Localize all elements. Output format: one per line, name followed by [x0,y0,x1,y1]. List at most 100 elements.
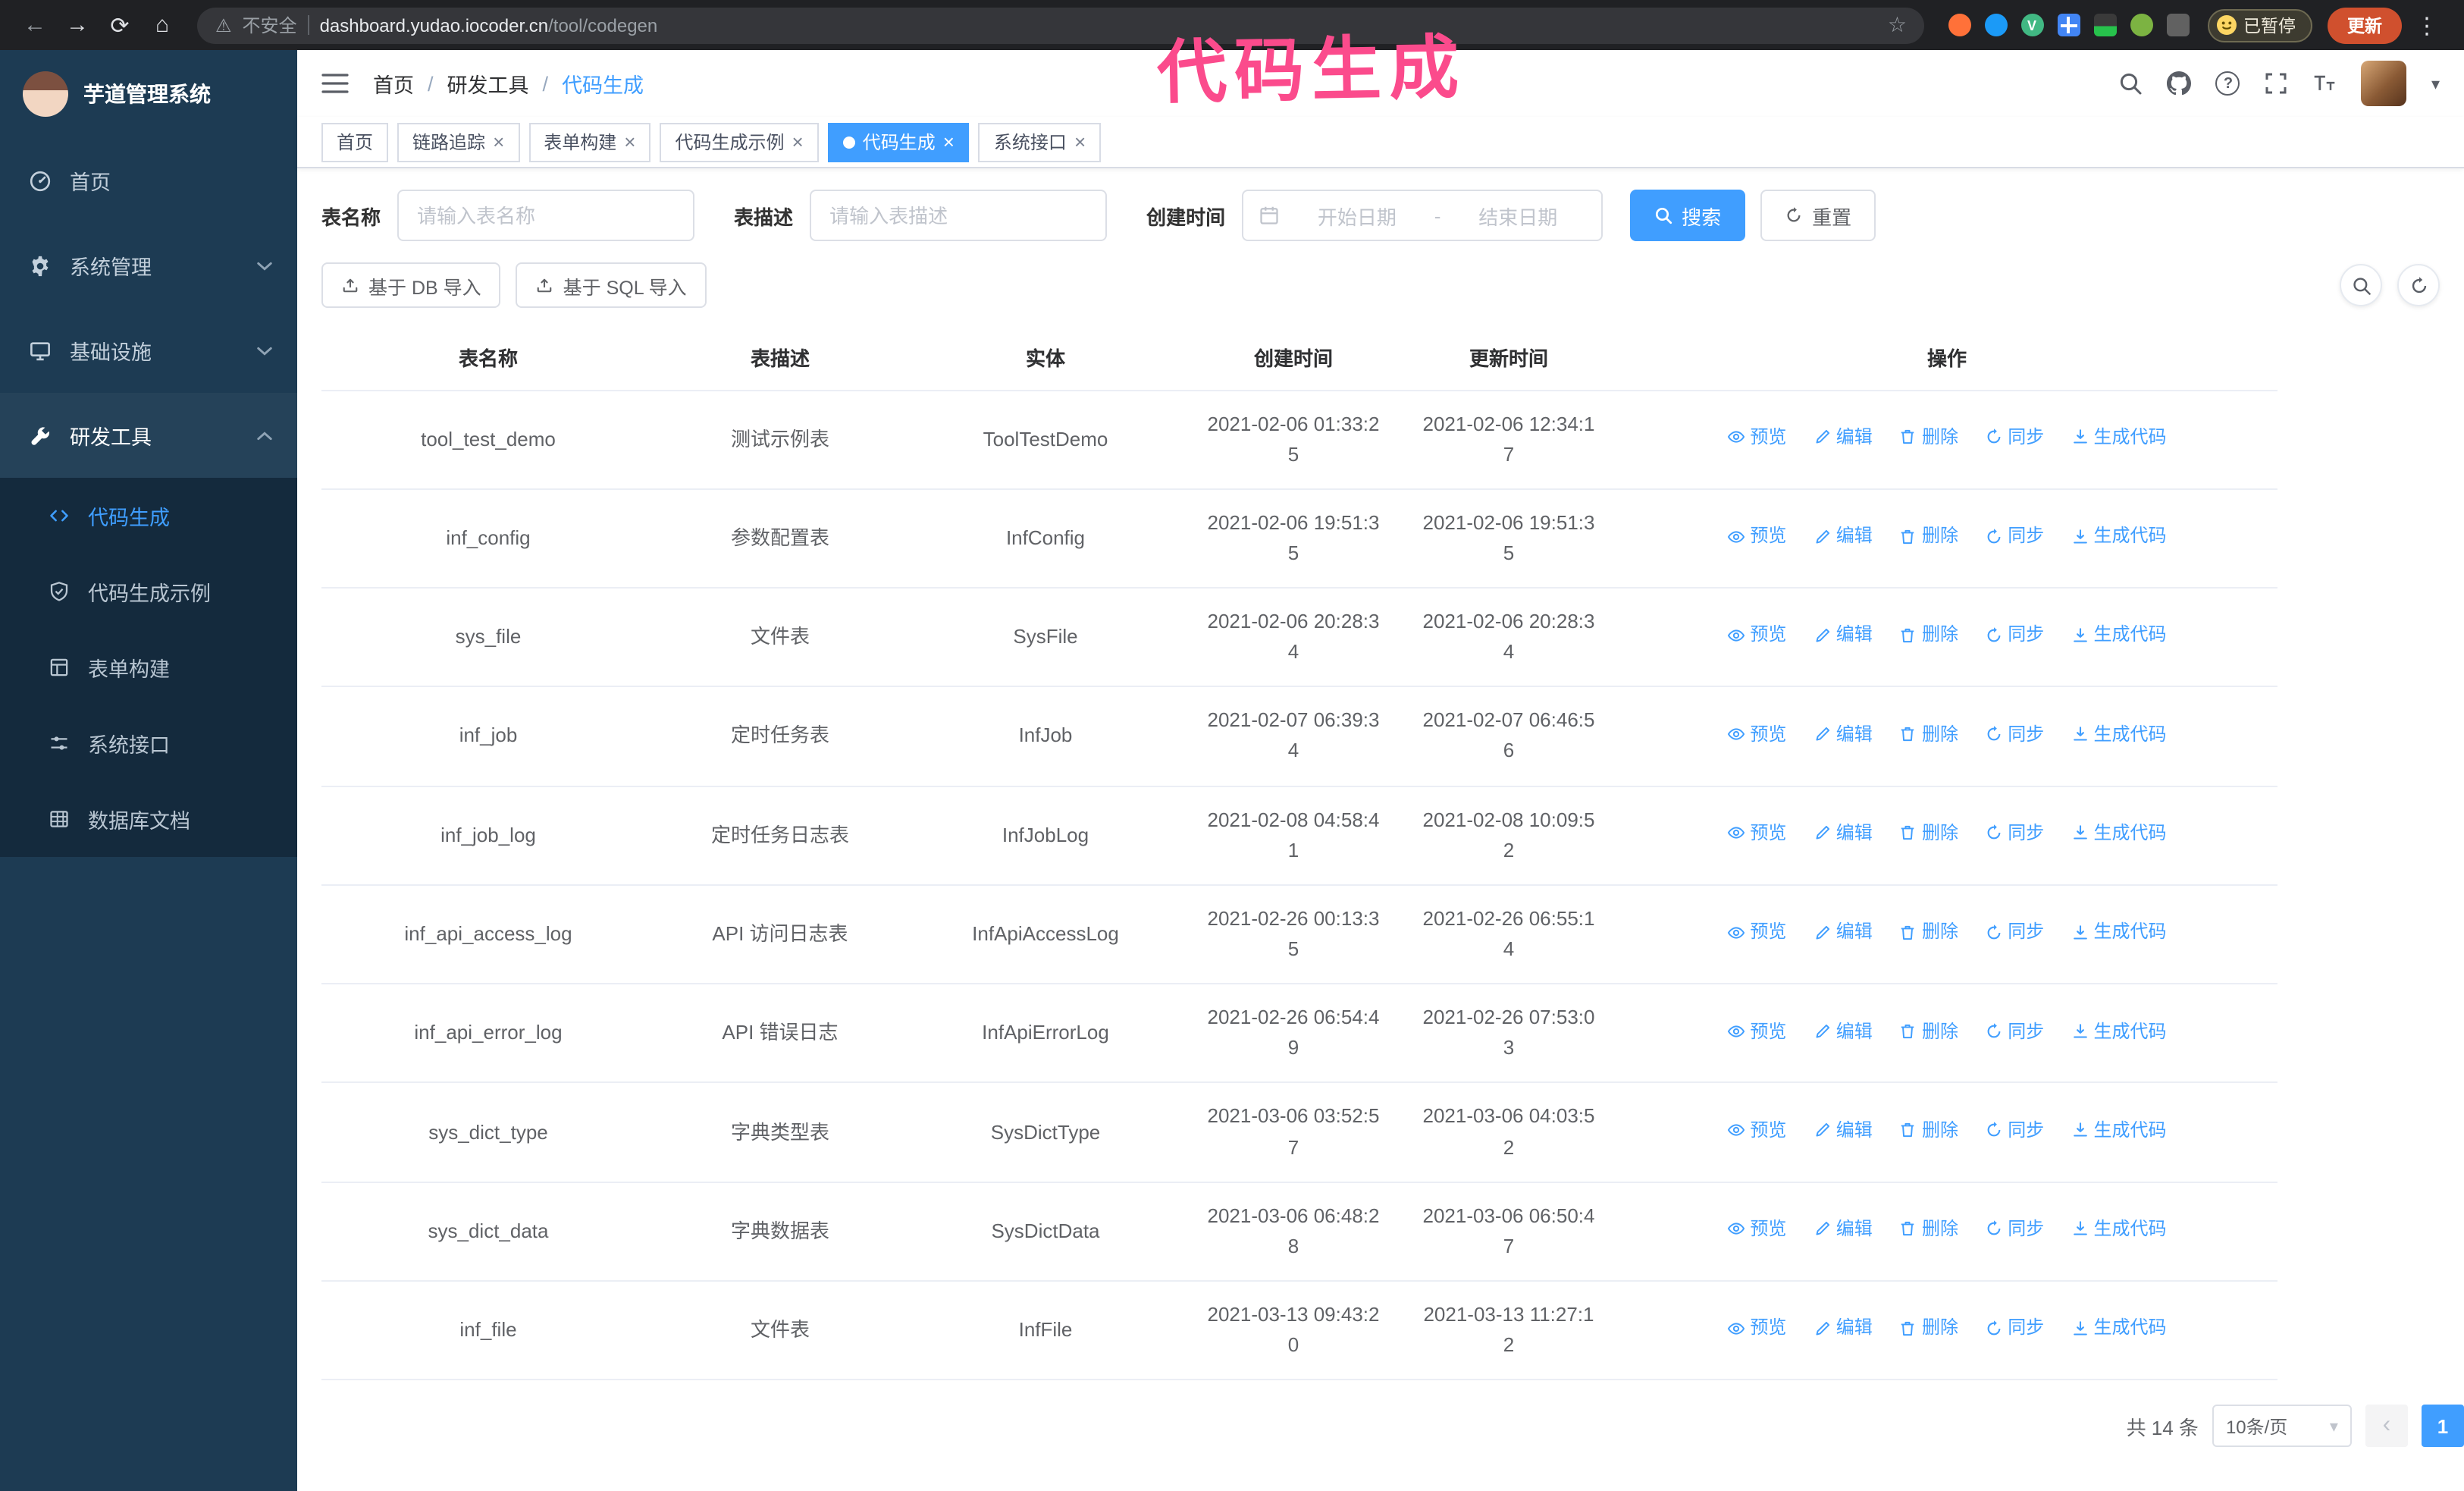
import-db-button[interactable]: 基于 DB 导入 [321,262,501,308]
preview-link[interactable]: 预览 [1727,819,1786,847]
hamburger-icon[interactable] [321,71,349,96]
edit-link[interactable]: 编辑 [1814,1314,1873,1342]
prev-page-button[interactable]: ‹ [2365,1405,2408,1448]
sync-link[interactable]: 同步 [1985,720,2044,749]
tab-close-icon[interactable]: × [792,132,804,152]
sync-link[interactable]: 同步 [1985,1314,2044,1342]
tab-close-icon[interactable]: × [624,132,635,152]
preview-link[interactable]: 预览 [1727,1314,1786,1342]
font-size-icon[interactable] [2313,71,2337,96]
generate-code-link[interactable]: 生成代码 [2071,1215,2167,1243]
extension-dark-green-icon[interactable] [2093,14,2116,36]
preview-link[interactable]: 预览 [1727,1116,1786,1144]
generate-code-link[interactable]: 生成代码 [2071,819,2167,847]
tab-codegen[interactable]: 代码生成 × [827,122,970,162]
generate-code-link[interactable]: 生成代码 [2071,918,2167,946]
github-icon[interactable] [2167,71,2192,96]
generate-code-link[interactable]: 生成代码 [2071,522,2167,550]
table-name-input[interactable] [397,190,695,241]
delete-link[interactable]: 删除 [1899,918,1958,946]
tab-close-icon[interactable]: × [943,132,955,152]
sync-link[interactable]: 同步 [1985,423,2044,451]
forward-icon[interactable]: → [58,5,97,45]
extension-leaf-icon[interactable] [2130,14,2152,36]
delete-link[interactable]: 删除 [1899,1314,1958,1342]
delete-link[interactable]: 删除 [1899,720,1958,749]
sync-link[interactable]: 同步 [1985,1116,2044,1144]
edit-link[interactable]: 编辑 [1814,720,1873,749]
toggle-search-button[interactable] [2340,264,2382,306]
sync-link[interactable]: 同步 [1985,819,2044,847]
user-avatar[interactable] [2361,61,2407,106]
reset-button[interactable]: 重置 [1760,190,1876,241]
paused-badge[interactable]: 已暂停 [2207,8,2312,42]
tab-home[interactable]: 首页 [321,122,389,162]
generate-code-link[interactable]: 生成代码 [2071,1314,2167,1342]
sidebar-subitem-codegen[interactable]: 代码生成 [0,478,297,554]
create-time-range-picker[interactable]: 开始日期 - 结束日期 [1242,190,1603,241]
sidebar-item-infra[interactable]: 基础设施 [0,308,297,393]
extension-grid-icon[interactable] [2057,14,2080,36]
generate-code-link[interactable]: 生成代码 [2071,1017,2167,1045]
tab-tracing[interactable]: 链路追踪 × [397,122,520,162]
edit-link[interactable]: 编辑 [1814,1116,1873,1144]
preview-link[interactable]: 预览 [1727,423,1786,451]
tab-api[interactable]: 系统接口 × [978,122,1102,162]
search-button[interactable]: 搜索 [1630,190,1746,241]
refresh-table-button[interactable] [2397,264,2440,306]
tab-close-icon[interactable]: × [493,132,504,152]
sync-link[interactable]: 同步 [1985,1017,2044,1045]
sidebar-subitem-api[interactable]: 系统接口 [0,705,297,781]
avatar-caret-icon[interactable]: ▾ [2431,74,2440,93]
page-1-button[interactable]: 1 [2421,1405,2464,1448]
fullscreen-icon[interactable] [2265,71,2289,96]
edit-link[interactable]: 编辑 [1814,819,1873,847]
back-icon[interactable]: ← [15,5,55,45]
edit-link[interactable]: 编辑 [1814,1017,1873,1045]
home-icon[interactable]: ⌂ [143,5,182,45]
delete-link[interactable]: 删除 [1899,522,1958,550]
import-sql-button[interactable]: 基于 SQL 导入 [516,262,707,308]
browser-menu-icon[interactable]: ⋮ [2405,11,2449,39]
sidebar-item-system[interactable]: 系统管理 [0,223,297,308]
address-bar[interactable]: ⚠ 不安全 dashboard.yudao.iocoder.cn/tool/co… [197,7,1923,43]
search-icon[interactable] [2119,71,2143,96]
edit-link[interactable]: 编辑 [1814,522,1873,550]
edit-link[interactable]: 编辑 [1814,1215,1873,1243]
tab-form-builder[interactable]: 表单构建 × [528,122,651,162]
tab-codegen-example[interactable]: 代码生成示例 × [660,122,819,162]
sidebar-item-devtools[interactable]: 研发工具 [0,393,297,478]
sidebar-subitem-db-doc[interactable]: 数据库文档 [0,781,297,857]
preview-link[interactable]: 预览 [1727,720,1786,749]
preview-link[interactable]: 预览 [1727,1017,1786,1045]
extension-blue-drop-icon[interactable] [1984,14,2007,36]
extension-puzzle-icon[interactable] [2166,14,2189,36]
sidebar-subitem-form-builder[interactable]: 表单构建 [0,629,297,705]
delete-link[interactable]: 删除 [1899,423,1958,451]
sync-link[interactable]: 同步 [1985,522,2044,550]
preview-link[interactable]: 预览 [1727,1215,1786,1243]
generate-code-link[interactable]: 生成代码 [2071,423,2167,451]
sidebar-subitem-codegen-example[interactable]: 代码生成示例 [0,554,297,629]
edit-link[interactable]: 编辑 [1814,918,1873,946]
generate-code-link[interactable]: 生成代码 [2071,621,2167,649]
sync-link[interactable]: 同步 [1985,1215,2044,1243]
edit-link[interactable]: 编辑 [1814,423,1873,451]
sidebar-item-home[interactable]: 首页 [0,138,297,223]
generate-code-link[interactable]: 生成代码 [2071,720,2167,749]
sync-link[interactable]: 同步 [1985,918,2044,946]
preview-link[interactable]: 预览 [1727,621,1786,649]
update-button[interactable]: 更新 [2328,7,2402,43]
delete-link[interactable]: 删除 [1899,819,1958,847]
extension-vue-devtools-icon[interactable]: V [2020,14,2043,36]
delete-link[interactable]: 删除 [1899,621,1958,649]
tab-close-icon[interactable]: × [1074,132,1086,152]
sync-link[interactable]: 同步 [1985,621,2044,649]
generate-code-link[interactable]: 生成代码 [2071,1116,2167,1144]
delete-link[interactable]: 删除 [1899,1215,1958,1243]
page-size-select[interactable]: 10条/页 ▾ [2212,1405,2352,1448]
edit-link[interactable]: 编辑 [1814,621,1873,649]
table-desc-input[interactable] [810,190,1108,241]
preview-link[interactable]: 预览 [1727,918,1786,946]
help-icon[interactable]: ? [2215,71,2240,96]
